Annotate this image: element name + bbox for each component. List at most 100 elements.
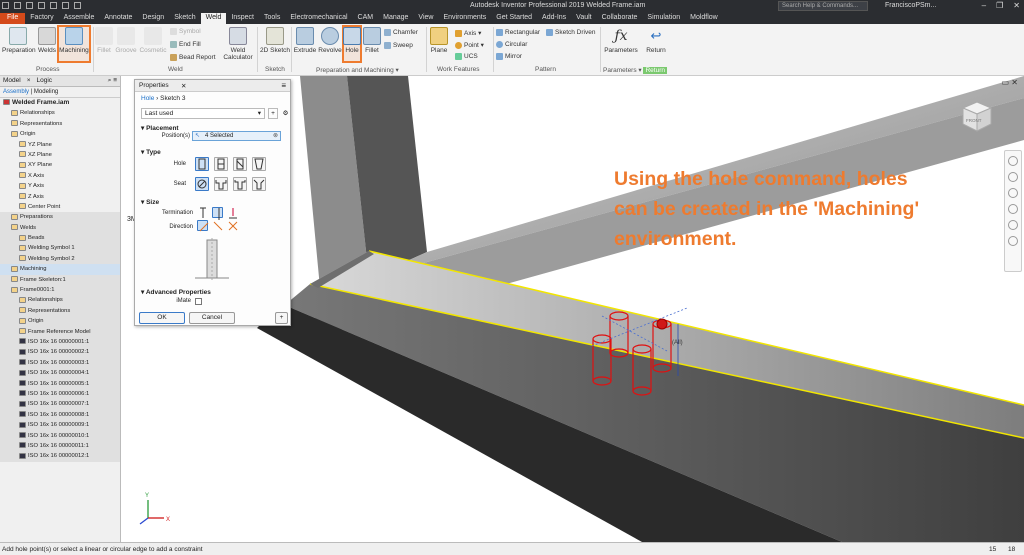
positions-selector[interactable]: ↖ 4 Selected ⊗	[192, 131, 281, 141]
distance-termination-option[interactable]	[197, 207, 208, 218]
circular-button[interactable]: Circular	[496, 41, 527, 48]
tab-moldflow[interactable]: Moldflow	[685, 13, 723, 24]
tree-node[interactable]: Welding Symbol 1	[0, 243, 120, 254]
tab-environments[interactable]: Environments	[438, 13, 491, 24]
tree-node[interactable]: ISO 16x 16 00000002:1	[0, 347, 120, 358]
revolve-button[interactable]: Revolve	[318, 27, 342, 54]
tree-node[interactable]: Welds	[0, 222, 120, 234]
clearance-hole-option[interactable]	[214, 157, 228, 171]
size-section[interactable]: ▾ Size	[141, 198, 159, 206]
close-icon[interactable]: ×	[24, 76, 34, 86]
tab-file[interactable]: File	[0, 13, 26, 24]
tree-node[interactable]: Origin	[0, 316, 120, 327]
tab-get-started[interactable]: Get Started	[491, 13, 537, 24]
tree-node[interactable]: Frame0001:1	[0, 285, 120, 296]
subtab-modeling[interactable]: Modeling	[34, 89, 58, 95]
tree-node[interactable]: ISO 16x 16 00000003:1	[0, 357, 120, 369]
tree-node[interactable]: YZ Plane	[0, 140, 120, 150]
tab-model[interactable]: Model	[0, 76, 24, 86]
orbit-icon[interactable]	[1008, 204, 1018, 214]
tree-node[interactable]: Representations	[0, 119, 120, 129]
dropdown-arrow-icon[interactable]: ▾	[396, 67, 399, 74]
groove-button[interactable]: Groove	[114, 27, 138, 54]
tree-node[interactable]: Frame Skeleton:1	[0, 274, 120, 286]
close-icon[interactable]: ✕	[181, 82, 186, 90]
maximize-button[interactable]: ❐	[996, 1, 1003, 10]
tab-electromechanical[interactable]: Electromechanical	[285, 13, 352, 24]
tab-design[interactable]: Design	[137, 13, 169, 24]
spotface-option[interactable]	[233, 177, 247, 191]
extrude-button[interactable]: Extrude	[293, 27, 317, 54]
user-name[interactable]: FranciscoPSm...	[885, 2, 936, 9]
tab-logic[interactable]: Logic	[34, 76, 56, 86]
tree-node[interactable]: Y Axis	[0, 181, 120, 191]
tree-node[interactable]: Center Point	[0, 202, 120, 212]
axis-button[interactable]: Axis ▾	[455, 29, 481, 37]
redo-icon[interactable]	[50, 2, 57, 9]
tree-node[interactable]: Relationships	[0, 295, 120, 306]
parameters-button[interactable]: ƒx Parameters	[603, 27, 639, 54]
advanced-properties-section[interactable]: ▾ Advanced Properties	[141, 288, 211, 296]
end-fill-button[interactable]: End Fill	[170, 41, 201, 48]
tree-node[interactable]: ISO 16x 16 00000005:1	[0, 378, 120, 389]
chamfer-button[interactable]: Chamfer	[384, 29, 418, 36]
steering-wheel-icon[interactable]	[1008, 156, 1018, 166]
tree-node[interactable]: Z Axis	[0, 192, 120, 202]
viewport-window-controls[interactable]: ▭ ✕	[1002, 78, 1018, 87]
tree-node[interactable]: X Axis	[0, 171, 120, 181]
plane-button[interactable]: Plane	[428, 27, 450, 54]
counterbore-option[interactable]	[214, 177, 228, 191]
tab-vault[interactable]: Vault	[571, 13, 596, 24]
direction-default-option[interactable]	[197, 220, 209, 232]
tab-view[interactable]: View	[413, 13, 438, 24]
clear-selection-icon[interactable]: ⊗	[273, 132, 278, 139]
look-at-icon[interactable]	[1008, 220, 1018, 230]
sketch-driven-button[interactable]: Sketch Driven	[546, 29, 595, 36]
tree-node[interactable]: ISO 16x 16 00000006:1	[0, 388, 120, 400]
no-seat-option[interactable]	[195, 177, 209, 191]
tab-tools[interactable]: Tools	[259, 13, 285, 24]
tab-weld[interactable]: Weld	[200, 13, 227, 24]
hole-button[interactable]: Hole	[343, 27, 361, 54]
tree-node[interactable]: XZ Plane	[0, 150, 120, 160]
tree-node[interactable]: Beads	[0, 233, 120, 244]
open-icon[interactable]	[14, 2, 21, 9]
zoom-icon[interactable]	[1008, 188, 1018, 198]
direction-symmetric-option[interactable]	[227, 220, 238, 231]
viewcube[interactable]: FRONT	[960, 100, 994, 134]
select-icon[interactable]	[74, 2, 81, 9]
tab-annotate[interactable]: Annotate	[99, 13, 137, 24]
new-icon[interactable]	[2, 2, 9, 9]
cosmetic-button[interactable]: Cosmetic	[139, 27, 167, 54]
weld-calculator-button[interactable]: Weld Calculator	[220, 27, 256, 61]
tree-node[interactable]: ISO 16x 16 00000009:1	[0, 420, 120, 431]
panel-menu-icon[interactable]: ≡	[281, 81, 286, 90]
nav-menu-icon[interactable]	[1008, 236, 1018, 246]
breadcrumb-hole-link[interactable]: Hole	[141, 95, 154, 102]
ok-button[interactable]: OK	[139, 312, 185, 324]
fillet-button[interactable]: Fillet	[362, 27, 382, 54]
tab-collaborate[interactable]: Collaborate	[597, 13, 643, 24]
tree-node[interactable]: Welded Frame.iam	[0, 98, 120, 108]
mirror-button[interactable]: Mirror	[496, 53, 522, 60]
tab-factory[interactable]: Factory	[25, 13, 58, 24]
point-button[interactable]: Point ▾	[455, 41, 484, 49]
tree-node[interactable]: Welding Symbol 2	[0, 253, 120, 265]
tab-add-ins[interactable]: Add-Ins	[537, 13, 571, 24]
tree-node[interactable]: Origin	[0, 129, 120, 139]
sweep-button[interactable]: Sweep	[384, 42, 413, 49]
tree-node[interactable]: XY Plane	[0, 160, 120, 170]
tab-simulation[interactable]: Simulation	[642, 13, 685, 24]
help-search-input[interactable]: Search Help & Commands...	[778, 1, 868, 11]
dimension-label[interactable]: (All)	[672, 340, 683, 346]
direction-flip-option[interactable]	[212, 220, 223, 231]
tree-node[interactable]: Representations	[0, 305, 120, 317]
preset-dropdown[interactable]: Last used ▾	[141, 108, 265, 119]
tapped-hole-option[interactable]	[233, 157, 247, 171]
gear-icon[interactable]: ⚙	[281, 108, 290, 119]
fillet-weld-button[interactable]: Fillet	[95, 27, 113, 54]
tree-node[interactable]: ISO 16x 16 00000008:1	[0, 409, 120, 421]
minimize-button[interactable]: –	[982, 1, 986, 10]
browser-menu-icon[interactable]: ⌕ ≡	[105, 76, 120, 86]
tree-node[interactable]: ISO 16x 16 00000007:1	[0, 399, 120, 410]
